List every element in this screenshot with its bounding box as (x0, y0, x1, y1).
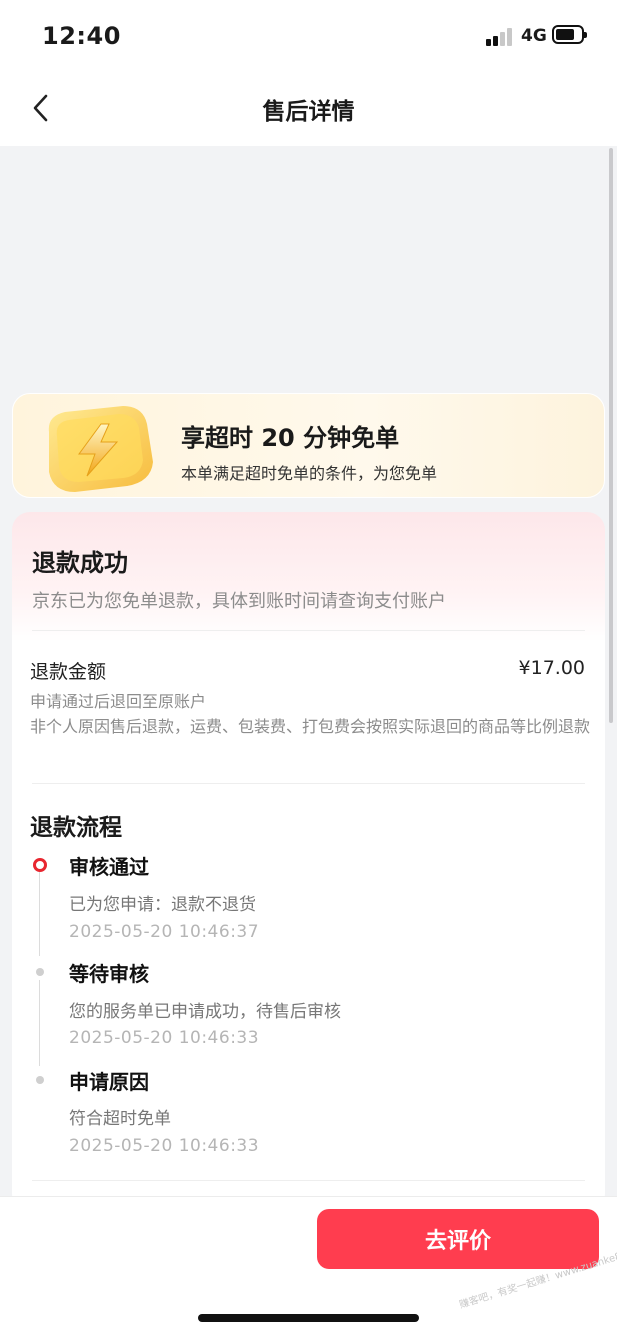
step-time: 2025-05-20 10:46:33 (69, 1136, 260, 1156)
scrollbar[interactable] (609, 148, 613, 723)
step-title: 等待审核 (69, 962, 149, 986)
timeline-dot-active (33, 858, 47, 872)
step-title: 审核通过 (69, 855, 149, 879)
divider (32, 783, 585, 784)
page-title: 售后详情 (262, 99, 355, 125)
timeline-dot (36, 1076, 44, 1084)
refund-detail-card: 退款成功 京东已为您免单退款，具体到账时间请查询支付账户 退款金额 ¥17.00… (12, 512, 605, 1212)
timeline-dot (36, 968, 44, 976)
promo-title: 享超时 20 分钟免单 (181, 424, 400, 452)
home-indicator[interactable] (198, 1314, 419, 1322)
free-order-banner: 享超时 20 分钟免单 本单满足超时免单的条件，为您免单 (12, 393, 605, 498)
timeline-line (39, 872, 40, 956)
step-desc: 您的服务单已申请成功，待售后审核 (69, 1002, 341, 1022)
step-title: 申请原因 (69, 1070, 149, 1094)
battery-icon (552, 25, 587, 44)
refund-note: 申请通过后退回至原账户 (30, 692, 207, 711)
refund-flow-title: 退款流程 (30, 815, 122, 841)
refund-amount-value: ¥17.00 (518, 657, 585, 679)
step-desc: 符合超时免单 (69, 1109, 171, 1129)
refund-policy-note: 非个人原因售后退款，运费、包装费、打包费会按照实际退回的商品等比例退款 (30, 717, 591, 736)
status-bar: 12:40 4G (0, 0, 617, 72)
step-desc: 已为您申请：退款不退货 (69, 895, 256, 915)
timeline-line (39, 980, 40, 1066)
review-button[interactable]: 去评价 (317, 1209, 599, 1269)
signal-icon (486, 28, 514, 46)
divider (32, 630, 585, 631)
step-time: 2025-05-20 10:46:33 (69, 1028, 260, 1048)
status-time: 12:40 (42, 22, 121, 50)
refund-amount-label: 退款金额 (30, 661, 107, 683)
divider (32, 1180, 585, 1181)
nav-bar: 售后详情 (0, 72, 617, 146)
promo-subtitle: 本单满足超时免单的条件，为您免单 (181, 464, 438, 483)
network-type: 4G (521, 26, 547, 46)
refund-status-desc: 京东已为您免单退款，具体到账时间请查询支付账户 (32, 591, 446, 612)
lightning-shield-icon (48, 406, 153, 492)
refund-status-title: 退款成功 (32, 549, 128, 577)
step-time: 2025-05-20 10:46:37 (69, 922, 260, 942)
